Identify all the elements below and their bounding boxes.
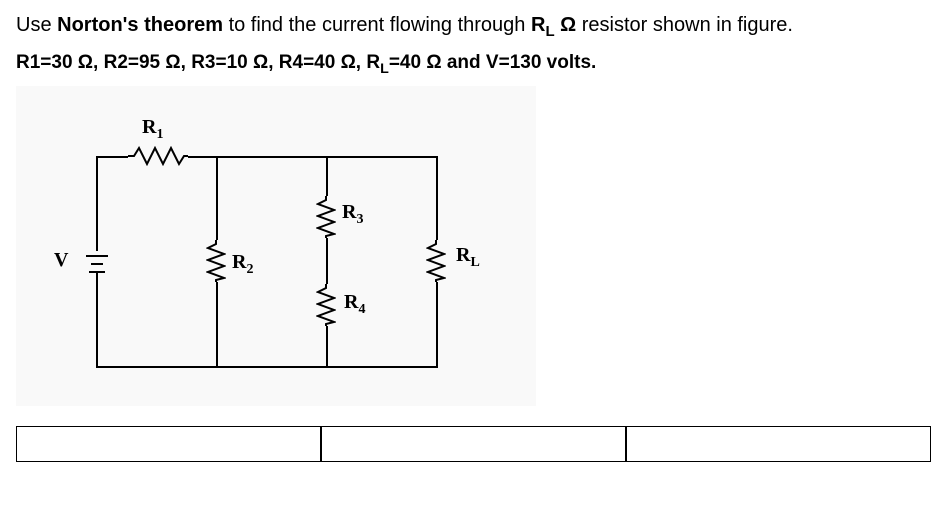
text-middle: to find the current flowing through bbox=[223, 14, 531, 36]
resistor-r4 bbox=[316, 284, 336, 326]
label-r3: R3 bbox=[342, 201, 363, 228]
text-suffix: resistor shown in figure. bbox=[576, 14, 793, 36]
value-rl: RL=40 Ω bbox=[366, 52, 446, 73]
answer-box-1[interactable] bbox=[16, 426, 321, 462]
value-r3: R3=10 Ω, bbox=[191, 52, 279, 73]
answer-row bbox=[16, 426, 934, 462]
label-rl: RL bbox=[456, 244, 480, 271]
rl-symbol: RL Ω bbox=[531, 14, 576, 36]
label-v: V bbox=[54, 249, 68, 272]
label-r2: R2 bbox=[232, 251, 253, 278]
resistor-r3 bbox=[316, 196, 336, 238]
answer-box-2[interactable] bbox=[321, 426, 626, 462]
problem-statement: Use Norton's theorem to find the current… bbox=[16, 10, 934, 44]
value-r1: R1=30 Ω, bbox=[16, 52, 104, 73]
resistor-r1 bbox=[128, 146, 188, 166]
resistor-rl bbox=[426, 240, 446, 282]
label-r1: R1 bbox=[142, 116, 163, 143]
label-r4: R4 bbox=[344, 291, 365, 318]
circuit-diagram: R1 V R2 R3 R4 RL bbox=[16, 86, 536, 406]
value-r4: R4=40 Ω, bbox=[279, 52, 367, 73]
text-prefix: Use bbox=[16, 14, 57, 36]
value-v: V=130 volts. bbox=[486, 52, 596, 73]
value-r2: R2=95 Ω, bbox=[104, 52, 192, 73]
given-values: R1=30 Ω, R2=95 Ω, R3=10 Ω, R4=40 Ω, RL=4… bbox=[16, 52, 934, 77]
value-and: and bbox=[447, 52, 486, 73]
resistor-r2 bbox=[206, 240, 226, 282]
answer-box-3[interactable] bbox=[626, 426, 931, 462]
theorem-name: Norton's theorem bbox=[57, 14, 223, 36]
